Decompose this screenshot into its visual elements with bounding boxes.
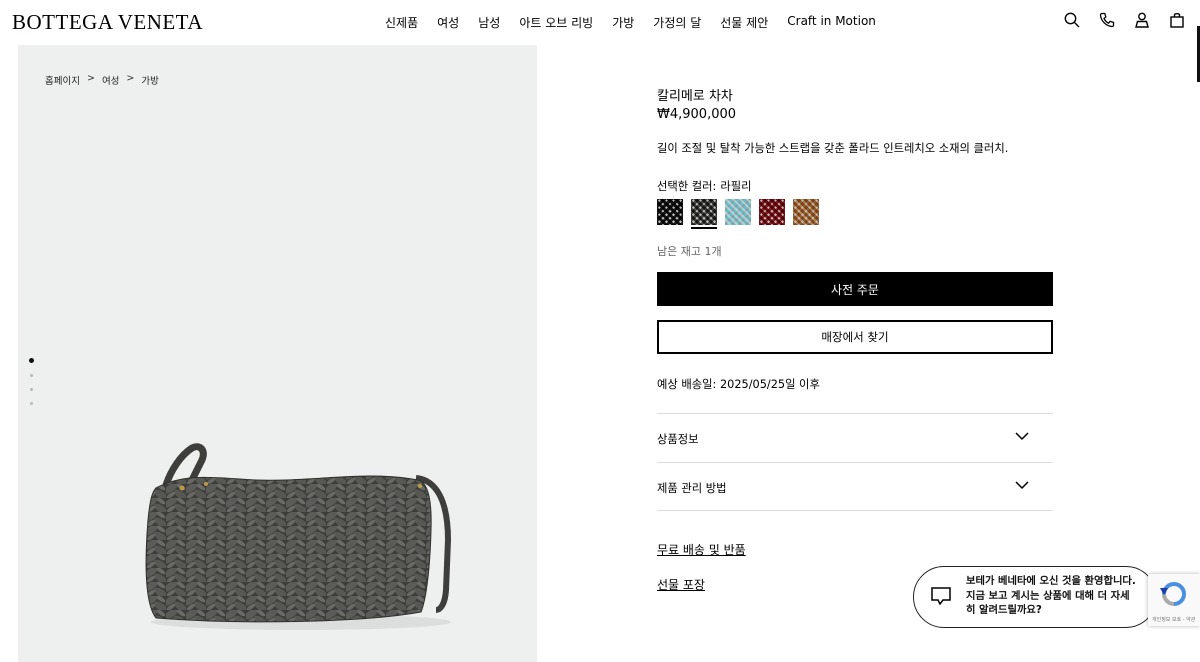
nav-item-women[interactable]: 여성	[437, 14, 459, 31]
stock-status: 남은 재고 1개	[657, 245, 722, 258]
product-description: 길이 조절 및 탈착 가능한 스트랩을 갖춘 폴라드 인트레치오 소재의 클러치…	[657, 142, 1009, 155]
nav-item-bags[interactable]: 가방	[612, 14, 634, 31]
breadcrumb: 홈페이지 > 여성 > 가방	[45, 73, 159, 87]
gift-wrap-link[interactable]: 선물 포장	[657, 576, 705, 593]
gallery-dot-1[interactable]	[29, 358, 34, 363]
color-swatches	[657, 199, 819, 229]
divider	[657, 510, 1053, 511]
estimated-delivery: 예상 배송일: 2025/05/25일 이후	[657, 378, 820, 391]
site-header: BOTTEGA VENETA 신제품 여성 남성 아트 오브 리빙 가방 가정의…	[0, 0, 1200, 44]
chat-widget[interactable]: 보테가 베네타에 오신 것을 환영합니다. 지금 보고 계시는 상품에 대해 더…	[913, 566, 1157, 628]
recaptcha-icon	[1160, 582, 1186, 606]
chevron-down-icon	[1015, 481, 1029, 490]
product-name: 칼리메로 차차	[657, 89, 733, 104]
nav-item-gifts[interactable]: 선물 제안	[720, 14, 768, 31]
preorder-button[interactable]: 사전 주문	[657, 272, 1053, 306]
breadcrumb-separator: >	[86, 73, 95, 84]
main-nav: 신제품 여성 남성 아트 오브 리빙 가방 가정의 달 선물 제안 Craft …	[385, 14, 895, 31]
gallery-pagination	[29, 358, 34, 405]
accordion-label: 상품정보	[657, 433, 699, 446]
accordion-label: 제품 관리 방법	[657, 482, 727, 495]
recaptcha-text: 개인정보 보호 - 약관	[1152, 617, 1196, 623]
swatch-tan[interactable]	[793, 199, 819, 225]
find-in-store-button[interactable]: 매장에서 찾기	[657, 320, 1053, 354]
shopping-bag-icon[interactable]	[1168, 11, 1186, 29]
brand-logo[interactable]: BOTTEGA VENETA	[12, 10, 203, 35]
selected-color-label: 선택한 컬러:	[657, 180, 717, 193]
nav-item-new[interactable]: 신제품	[385, 14, 418, 31]
chevron-down-icon	[1015, 432, 1029, 441]
nav-item-family-month[interactable]: 가정의 달	[653, 14, 701, 31]
swatch-red[interactable]	[759, 199, 785, 225]
selected-color-value: 라필리	[720, 180, 752, 193]
chat-message: 보테가 베네타에 오신 것을 환영합니다. 지금 보고 계시는 상품에 대해 더…	[966, 575, 1136, 616]
breadcrumb-separator: >	[126, 73, 135, 84]
nav-item-men[interactable]: 남성	[478, 14, 500, 31]
swatch-black[interactable]	[657, 199, 683, 225]
header-actions	[1063, 11, 1186, 29]
product-image	[145, 443, 452, 630]
product-price: ₩4,900,000	[657, 107, 737, 122]
breadcrumb-bags[interactable]: 가방	[141, 73, 158, 87]
swatch-lapilli[interactable]	[691, 199, 717, 229]
nav-item-art-of-living[interactable]: 아트 오브 리빙	[519, 14, 593, 31]
free-shipping-returns-link[interactable]: 무료 배송 및 반품	[657, 541, 746, 558]
accordion-product-info[interactable]: 상품정보	[657, 413, 1053, 462]
swatch-light-blue[interactable]	[725, 199, 751, 225]
product-gallery: 홈페이지 > 여성 > 가방	[18, 45, 537, 662]
gallery-dot-3[interactable]	[30, 388, 33, 391]
breadcrumb-home[interactable]: 홈페이지	[45, 73, 80, 87]
gallery-dot-4[interactable]	[30, 402, 33, 405]
gallery-dot-2[interactable]	[30, 374, 33, 377]
search-icon[interactable]	[1063, 11, 1081, 29]
breadcrumb-women[interactable]: 여성	[102, 73, 119, 87]
chat-bubble-icon	[931, 587, 951, 606]
account-icon[interactable]	[1133, 11, 1151, 29]
accordion-care[interactable]: 제품 관리 방법	[657, 462, 1053, 511]
nav-item-craft-in-motion[interactable]: Craft in Motion	[787, 14, 876, 31]
selected-color: 선택한 컬러: 라필리	[657, 178, 752, 194]
phone-icon[interactable]	[1098, 11, 1116, 29]
recaptcha-badge[interactable]: 개인정보 보호 - 약관	[1148, 574, 1200, 626]
